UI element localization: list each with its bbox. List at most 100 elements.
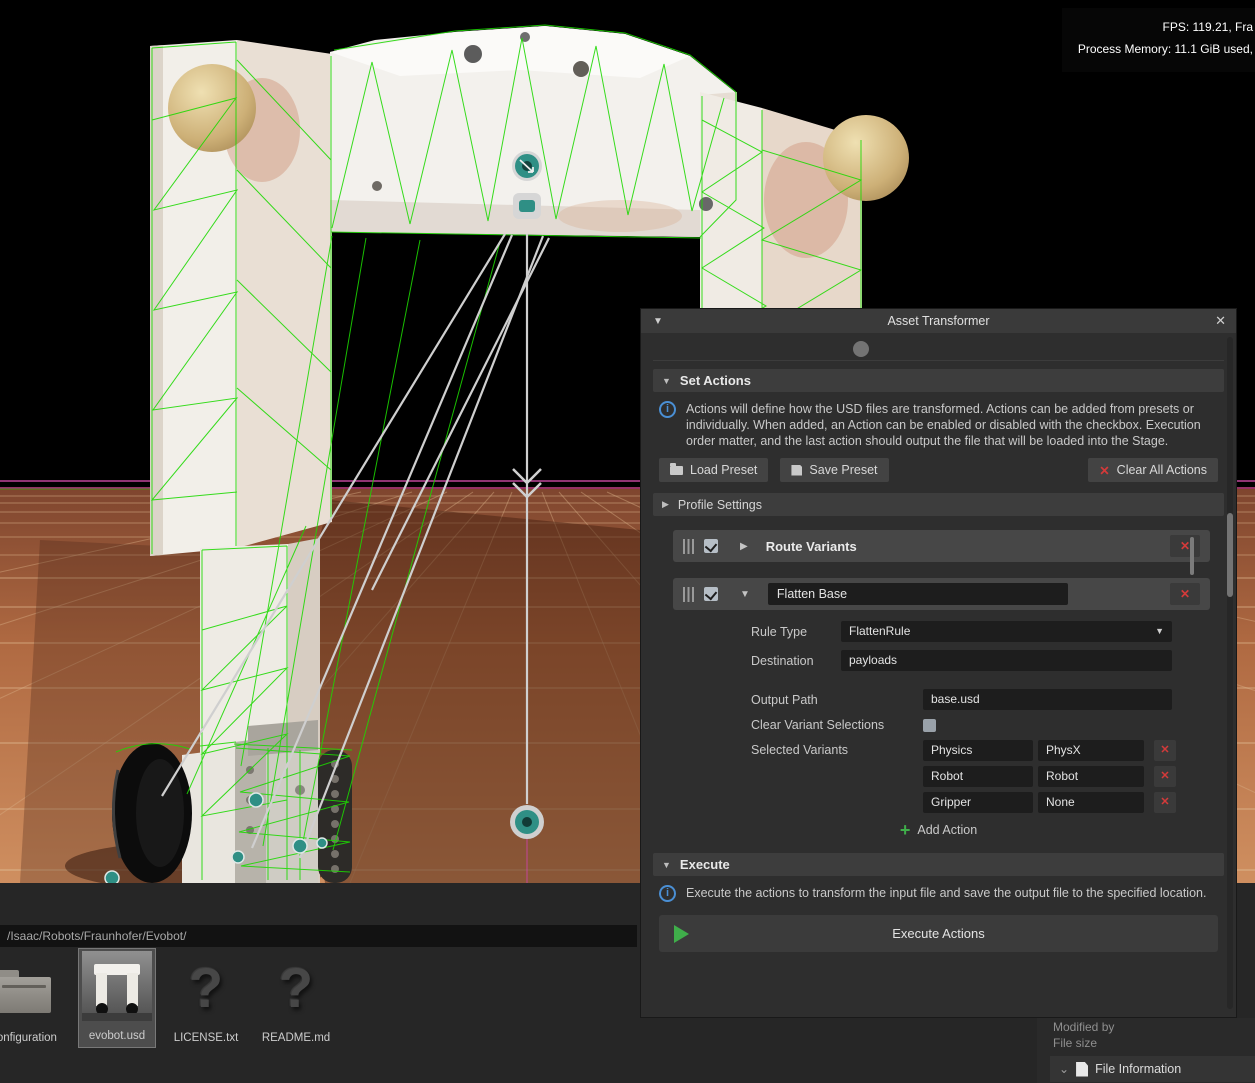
add-action-button[interactable]: + Add Action xyxy=(641,823,1236,837)
remove-variant-button[interactable]: ✕ xyxy=(1154,740,1176,761)
button-label: Clear All Actions xyxy=(1117,463,1207,477)
asset-transformer-panel: ▼ Asset Transformer ✕ ▼ Set Actions i Ac… xyxy=(640,308,1237,1018)
selected-variants-label: Selected Variants xyxy=(751,740,923,757)
button-label: Save Preset xyxy=(809,463,877,477)
memory-readout: Process Memory: 11.1 GiB used, xyxy=(1062,38,1253,60)
left-sphere xyxy=(168,64,256,152)
action-row-route-variants[interactable]: ▶ Route Variants ✕ xyxy=(673,530,1210,562)
drag-handle-icon[interactable] xyxy=(683,539,694,554)
variant-value-input[interactable]: PhysX xyxy=(1038,740,1144,761)
chevron-down-icon: ▼ xyxy=(662,860,671,870)
collapse-icon[interactable]: ▼ xyxy=(653,316,663,327)
file-size-label: File size xyxy=(1053,1035,1114,1051)
remove-variant-button[interactable]: ✕ xyxy=(1154,766,1176,787)
preset-toolbar: Load Preset Save Preset ✕ Clear All Acti… xyxy=(659,458,1218,482)
remove-action-button[interactable]: ✕ xyxy=(1170,583,1200,605)
section-title: Set Actions xyxy=(680,373,751,388)
chevron-down-icon[interactable]: ▼ xyxy=(740,589,750,600)
clear-icon: ✕ xyxy=(1099,463,1109,478)
file-tile-readme[interactable]: ? README.md xyxy=(258,951,334,1045)
translate-gizmo-icon[interactable] xyxy=(512,151,542,181)
clear-variant-selections-label: Clear Variant Selections xyxy=(751,718,923,732)
chevron-down-icon: ▼ xyxy=(662,376,671,386)
folder-icon xyxy=(0,977,51,1013)
close-icon[interactable]: ✕ xyxy=(1215,313,1226,329)
destination-input[interactable]: payloads xyxy=(841,650,1172,671)
play-icon xyxy=(674,925,689,943)
variant-value-input[interactable]: Robot xyxy=(1038,766,1144,787)
set-actions-section-header[interactable]: ▼ Set Actions xyxy=(653,369,1224,392)
file-tile-license[interactable]: ? LICENSE.txt xyxy=(168,951,244,1045)
info-icon: i xyxy=(659,401,676,418)
variant-row: Physics PhysX ✕ xyxy=(923,740,1176,761)
file-label: LICENSE.txt xyxy=(168,1031,244,1045)
rule-type-label: Rule Type xyxy=(751,625,841,639)
robot-wheel xyxy=(112,743,192,883)
file-information-section-header[interactable]: ⌄ File Information xyxy=(1050,1056,1255,1082)
variant-row: Robot Robot ✕ xyxy=(923,766,1176,787)
selected-variants-list: Physics PhysX ✕ Robot Robot ✕ Gripper No… xyxy=(923,740,1176,813)
camera-gizmo-icon[interactable] xyxy=(513,193,541,219)
action-enabled-checkbox[interactable] xyxy=(704,539,718,553)
execute-actions-button[interactable]: Execute Actions xyxy=(659,915,1218,952)
section-title: File Information xyxy=(1095,1062,1181,1076)
chevron-down-icon: ⌄ xyxy=(1059,1062,1069,1076)
partial-circle-icon xyxy=(853,341,869,357)
output-path-input[interactable]: base.usd xyxy=(923,689,1172,710)
output-path-label: Output Path xyxy=(751,693,923,707)
file-info-panel: Modified by File size ⌄ File Information xyxy=(1037,1018,1255,1083)
set-actions-info: i Actions will define how the USD files … xyxy=(659,401,1218,449)
file-label: README.md xyxy=(258,1031,334,1045)
unknown-file-icon: ? xyxy=(279,953,313,1023)
execute-info: i Execute the actions to transform the i… xyxy=(659,885,1218,902)
right-sphere xyxy=(823,115,909,201)
load-preset-button[interactable]: Load Preset xyxy=(659,458,768,482)
file-tile-evobot-usd[interactable]: evobot.usd xyxy=(79,949,155,1047)
variant-name-input[interactable]: Physics xyxy=(923,740,1033,761)
action-enabled-checkbox[interactable] xyxy=(704,587,718,601)
fps-readout: FPS: 119.21, Fra xyxy=(1062,16,1253,38)
drag-handle-icon[interactable] xyxy=(683,587,694,602)
flatten-base-fields: Rule Type FlattenRule ▼ Destination payl… xyxy=(751,621,1210,813)
clear-all-actions-button[interactable]: ✕ Clear All Actions xyxy=(1088,458,1218,482)
action-name: Route Variants xyxy=(766,539,857,554)
destination-label: Destination xyxy=(751,654,841,668)
execute-section-header[interactable]: ▼ Execute xyxy=(653,853,1224,876)
add-action-label: Add Action xyxy=(917,823,977,837)
variant-value-input[interactable]: None xyxy=(1038,792,1144,813)
save-preset-button[interactable]: Save Preset xyxy=(780,458,888,482)
rule-type-select[interactable]: FlattenRule ▼ xyxy=(841,621,1172,642)
modified-by-label: Modified by xyxy=(1053,1019,1114,1035)
remove-action-button[interactable]: ✕ xyxy=(1170,535,1200,557)
folder-icon xyxy=(670,466,683,475)
variant-name-input[interactable]: Robot xyxy=(923,766,1033,787)
scrollbar-thumb[interactable] xyxy=(1227,513,1233,597)
button-label: Execute Actions xyxy=(892,926,985,941)
plus-icon: + xyxy=(900,823,911,837)
chevron-right-icon[interactable]: ▶ xyxy=(740,541,748,552)
file-tile-configuration[interactable]: configuration xyxy=(0,951,62,1045)
remove-variant-button[interactable]: ✕ xyxy=(1154,792,1176,813)
variant-name-input[interactable]: Gripper xyxy=(923,792,1033,813)
profile-settings-section-header[interactable]: ▶ Profile Settings xyxy=(653,493,1224,516)
panel-title-bar[interactable]: ▼ Asset Transformer ✕ xyxy=(641,309,1236,333)
file-label: configuration xyxy=(0,1031,62,1045)
save-icon xyxy=(791,465,802,476)
clear-variant-selections-checkbox[interactable] xyxy=(923,719,936,732)
info-icon: i xyxy=(659,885,676,902)
bottom-gizmo-icon[interactable] xyxy=(510,805,544,839)
action-row-flatten-base[interactable]: ▼ Flatten Base ✕ xyxy=(673,578,1210,610)
chevron-right-icon: ▶ xyxy=(662,499,669,510)
file-label: evobot.usd xyxy=(79,1029,155,1043)
unknown-file-icon: ? xyxy=(189,953,223,1023)
actions-list-scrollbar-thumb[interactable] xyxy=(1190,537,1194,575)
performance-overlay: FPS: 119.21, Fra Process Memory: 11.1 Gi… xyxy=(1062,8,1255,72)
chevron-down-icon: ▼ xyxy=(1155,621,1164,642)
section-title: Profile Settings xyxy=(678,498,762,512)
panel-scrollbar[interactable] xyxy=(1227,337,1233,1009)
path-bar-input[interactable]: /Isaac/Robots/Fraunhofer/Evobot/ xyxy=(0,925,637,947)
select-value: FlattenRule xyxy=(849,621,910,642)
action-name-input[interactable]: Flatten Base xyxy=(768,583,1068,605)
document-icon xyxy=(1076,1062,1088,1077)
scrolled-partial-row xyxy=(653,338,1224,361)
